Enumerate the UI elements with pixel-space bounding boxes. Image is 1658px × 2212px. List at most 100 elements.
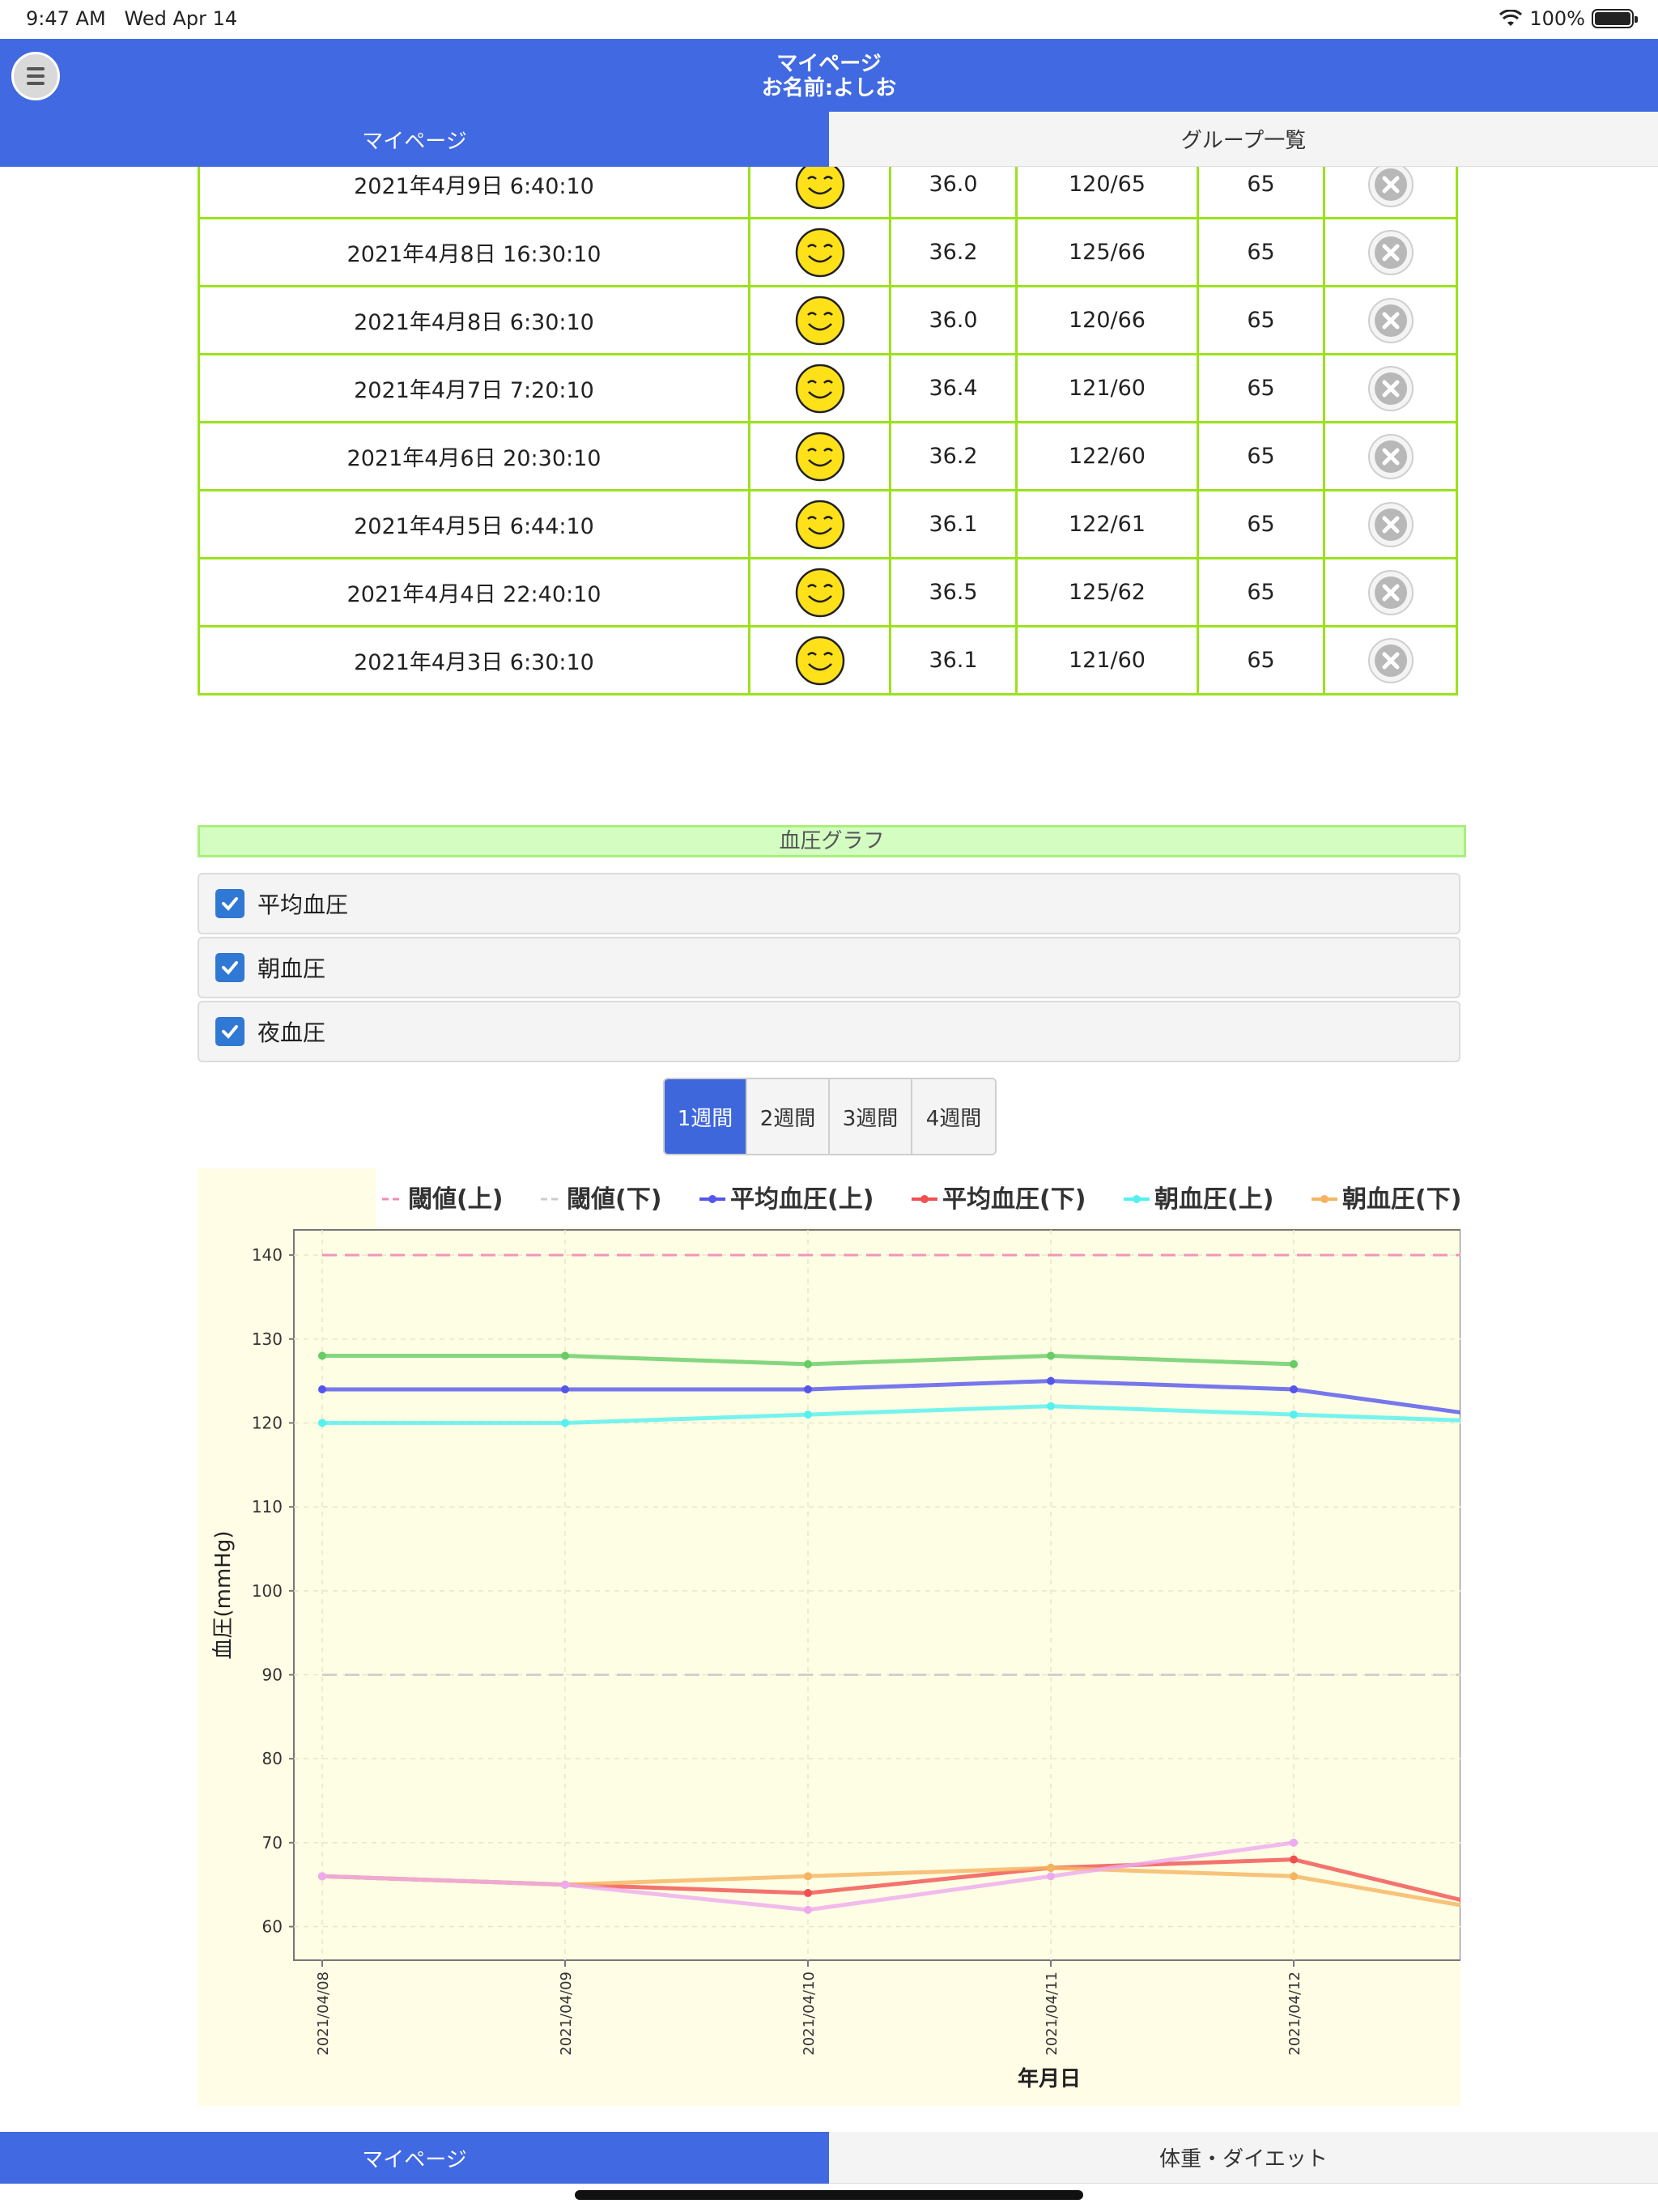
legend-label: 朝血圧(下) bbox=[1342, 1185, 1460, 1214]
record-datetime: 2021年4月7日 7:20:10 bbox=[198, 353, 750, 423]
period-3week-button[interactable]: 3週間 bbox=[830, 1079, 912, 1154]
legend-label: 朝血圧(上) bbox=[1154, 1185, 1273, 1214]
data-point bbox=[1047, 1872, 1055, 1881]
table-row[interactable]: 2021年4月7日 7:20:10 36.4 121/60 65 bbox=[198, 353, 1458, 423]
checked-icon[interactable] bbox=[215, 953, 244, 982]
record-delete[interactable] bbox=[1323, 489, 1458, 559]
y-tick-label: 140 bbox=[252, 1245, 283, 1265]
table-row[interactable]: 2021年4月4日 22:40:10 36.5 125/62 65 bbox=[198, 557, 1458, 627]
legend-swatch-dot bbox=[1320, 1195, 1329, 1203]
data-point bbox=[1047, 1402, 1055, 1410]
table-row[interactable]: 2021年4月8日 16:30:10 36.2 125/66 65 bbox=[198, 217, 1458, 287]
legend-label: 閾値(上) bbox=[408, 1185, 503, 1214]
checked-icon[interactable] bbox=[215, 889, 244, 918]
data-point bbox=[561, 1385, 569, 1393]
delete-icon[interactable] bbox=[1367, 501, 1414, 548]
bp-chart-svg: 60 70 80 90 100 110 120 130 140 2021/04/08 2021/04… bbox=[198, 1168, 1460, 2106]
record-delete[interactable] bbox=[1323, 285, 1458, 355]
home-indicator bbox=[575, 2190, 1083, 2200]
battery-percent: 100% bbox=[1529, 7, 1585, 30]
record-pulse: 65 bbox=[1197, 489, 1325, 559]
data-point bbox=[561, 1419, 569, 1427]
delete-icon[interactable] bbox=[1367, 365, 1414, 412]
record-mood bbox=[748, 217, 891, 287]
table-row[interactable]: 2021年4月3日 6:30:10 36.1 121/60 65 bbox=[198, 625, 1458, 696]
y-tick-label: 110 bbox=[252, 1497, 283, 1516]
record-blood-pressure: 121/60 bbox=[1015, 353, 1199, 423]
record-blood-pressure: 125/66 bbox=[1015, 217, 1199, 287]
app-header: マイページ お名前:よしお bbox=[0, 39, 1658, 112]
record-delete[interactable] bbox=[1323, 421, 1458, 491]
smiley-icon bbox=[795, 296, 844, 345]
battery-icon bbox=[1592, 9, 1638, 28]
record-temperature: 36.4 bbox=[889, 353, 1018, 423]
record-pulse: 65 bbox=[1197, 421, 1325, 491]
y-tick-label: 60 bbox=[262, 1917, 283, 1937]
delete-icon[interactable] bbox=[1367, 569, 1414, 616]
record-datetime: 2021年4月8日 6:30:10 bbox=[198, 285, 750, 355]
record-temperature: 36.1 bbox=[889, 489, 1018, 559]
record-pulse: 65 bbox=[1197, 285, 1325, 355]
checked-icon[interactable] bbox=[215, 1017, 244, 1046]
data-point bbox=[318, 1872, 326, 1881]
record-blood-pressure: 122/61 bbox=[1015, 489, 1199, 559]
x-tick-label: 2021/04/08 bbox=[315, 1972, 332, 2056]
data-point bbox=[1290, 1855, 1298, 1864]
x-tick-label: 2021/04/09 bbox=[558, 1972, 575, 2056]
record-temperature: 36.5 bbox=[889, 557, 1018, 627]
x-tick-label: 2021/04/10 bbox=[801, 1972, 818, 2056]
user-name: お名前:よしお bbox=[761, 76, 897, 100]
delete-icon[interactable] bbox=[1367, 637, 1414, 684]
tab-group-list[interactable]: グループ一覧 bbox=[829, 112, 1658, 167]
record-delete[interactable] bbox=[1323, 557, 1458, 627]
data-point bbox=[1290, 1385, 1298, 1393]
period-4week-button[interactable]: 4週間 bbox=[912, 1079, 995, 1154]
record-delete[interactable] bbox=[1323, 217, 1458, 287]
record-datetime: 2021年4月8日 16:30:10 bbox=[198, 217, 750, 287]
period-2week-button[interactable]: 2週間 bbox=[747, 1079, 830, 1154]
delete-icon[interactable] bbox=[1367, 161, 1414, 208]
data-point bbox=[1047, 1863, 1055, 1872]
checkbox-label: 夜血圧 bbox=[257, 1019, 326, 1046]
delete-icon[interactable] bbox=[1367, 433, 1414, 480]
y-tick-label: 100 bbox=[252, 1581, 283, 1601]
delete-icon[interactable] bbox=[1367, 297, 1414, 344]
status-time: 9:47 AM Wed Apr 14 bbox=[26, 7, 238, 30]
period-1week-button[interactable]: 1週間 bbox=[665, 1079, 747, 1154]
data-point bbox=[318, 1351, 326, 1360]
table-row[interactable]: 2021年4月8日 6:30:10 36.0 120/66 65 bbox=[198, 285, 1458, 355]
tab-mypage[interactable]: マイページ bbox=[0, 112, 829, 167]
data-point bbox=[804, 1872, 812, 1881]
delete-icon[interactable] bbox=[1367, 229, 1414, 276]
y-tick-label: 130 bbox=[252, 1329, 283, 1349]
record-mood bbox=[748, 557, 891, 627]
record-temperature: 36.1 bbox=[889, 625, 1018, 696]
x-tick-label: 2021/04/11 bbox=[1044, 1972, 1061, 2056]
record-mood bbox=[748, 353, 891, 423]
data-point bbox=[804, 1905, 812, 1914]
record-blood-pressure: 125/62 bbox=[1015, 557, 1199, 627]
data-point bbox=[1290, 1410, 1298, 1419]
bottom-tab-mypage[interactable]: マイページ bbox=[0, 2132, 829, 2184]
checkbox-label: 平均血圧 bbox=[257, 891, 349, 918]
legend-label: 平均血圧(上) bbox=[730, 1185, 874, 1214]
data-point bbox=[318, 1385, 326, 1393]
checkbox-average-bp[interactable]: 平均血圧 bbox=[198, 873, 1460, 934]
menu-button[interactable] bbox=[11, 52, 60, 100]
record-delete[interactable] bbox=[1323, 625, 1458, 696]
table-row[interactable]: 2021年4月6日 20:30:10 36.2 122/60 65 bbox=[198, 421, 1458, 491]
legend-swatch-dot bbox=[708, 1195, 716, 1203]
record-delete[interactable] bbox=[1323, 353, 1458, 423]
bottom-tab-weight-diet[interactable]: 体重・ダイエット bbox=[829, 2132, 1658, 2184]
record-mood bbox=[748, 489, 891, 559]
x-tick-label: 2021/04/12 bbox=[1286, 1972, 1303, 2056]
data-point bbox=[1290, 1838, 1298, 1847]
table-row[interactable]: 2021年4月5日 6:44:10 36.1 122/61 65 bbox=[198, 489, 1458, 559]
checkbox-morning-bp[interactable]: 朝血圧 bbox=[198, 937, 1460, 998]
record-mood bbox=[748, 625, 891, 696]
checkbox-night-bp[interactable]: 夜血圧 bbox=[198, 1001, 1460, 1062]
data-point bbox=[318, 1419, 326, 1427]
data-point bbox=[1047, 1376, 1055, 1385]
top-tabs: マイページ グループ一覧 bbox=[0, 112, 1658, 167]
smiley-icon bbox=[795, 568, 844, 617]
